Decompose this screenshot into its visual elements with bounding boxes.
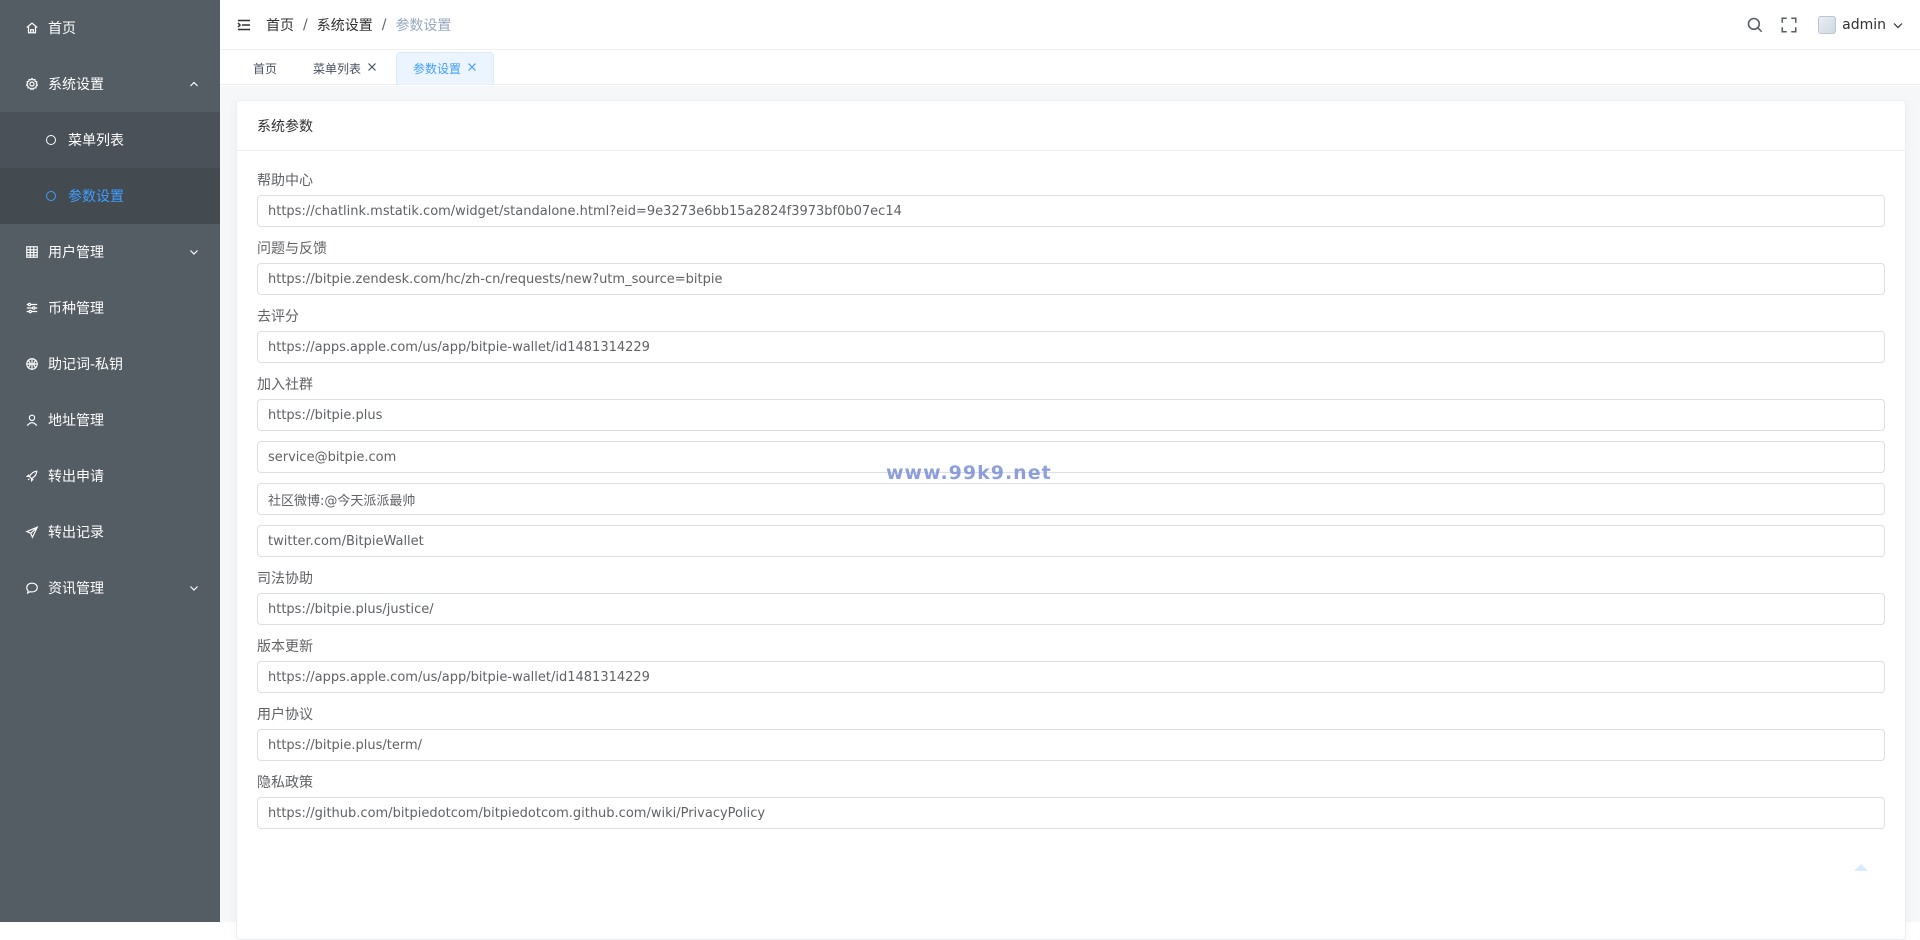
tag-label: 菜单列表 (313, 62, 362, 76)
chat-icon (24, 580, 40, 596)
sidebar-item-label: 系统设置 (48, 77, 104, 93)
paper-plane-icon (24, 524, 40, 540)
privacy-policy-input[interactable] (257, 797, 1885, 829)
community-weibo-input[interactable] (257, 483, 1885, 515)
sidebar-item-param-settings[interactable]: 参数设置 (0, 168, 220, 224)
community-email-input[interactable] (257, 441, 1885, 473)
basketball-icon (24, 356, 40, 372)
community-website-input[interactable] (257, 399, 1885, 431)
sidebar-item-withdraw-request[interactable]: 转出申请 (0, 448, 220, 504)
tags-view: 首页 菜单列表 参数设置 (220, 51, 1920, 85)
watermark: www.99k9.net (886, 462, 1052, 484)
circle-icon (46, 135, 56, 145)
feedback-input[interactable] (257, 263, 1885, 295)
sidebar: 首页 系统设置 菜单列表 参数设置 用户管理 币种管理 助记词-私钥 地址管理 … (0, 0, 220, 922)
field-label-feedback: 问题与反馈 (257, 241, 327, 257)
sidebar-item-address-management[interactable]: 地址管理 (0, 392, 220, 448)
version-update-input[interactable] (257, 661, 1885, 693)
sidebar-item-label: 菜单列表 (68, 133, 124, 149)
chevron-up-icon (188, 78, 200, 90)
submenu-system-settings: 菜单列表 参数设置 (0, 112, 220, 224)
navbar: 首页 / 系统设置 / 参数设置 admin (220, 0, 1920, 50)
card-title: 系统参数 (237, 101, 1905, 151)
sidebar-item-label: 首页 (48, 21, 76, 37)
breadcrumb-separator: / (303, 16, 308, 33)
sidebar-item-system-settings[interactable]: 系统设置 (0, 56, 220, 112)
search-icon[interactable] (1746, 16, 1764, 34)
sliders-icon (24, 300, 40, 316)
sidebar-item-label: 助记词-私钥 (48, 357, 124, 373)
close-icon[interactable] (467, 62, 477, 75)
breadcrumb-current: 参数设置 (395, 17, 452, 34)
community-twitter-input[interactable] (257, 525, 1885, 557)
sidebar-item-label: 转出记录 (48, 525, 104, 541)
user-icon (24, 412, 40, 428)
rocket-icon (24, 468, 40, 484)
chevron-down-icon[interactable] (1892, 19, 1904, 31)
sidebar-item-menu-list[interactable]: 菜单列表 (0, 112, 220, 168)
hamburger-icon[interactable] (236, 17, 252, 33)
sidebar-item-news-management[interactable]: 资讯管理 (0, 560, 220, 616)
sidebar-item-user-management[interactable]: 用户管理 (0, 224, 220, 280)
field-label-rate: 去评分 (257, 309, 299, 325)
sidebar-item-home[interactable]: 首页 (0, 0, 220, 56)
sidebar-item-mnemonic-key[interactable]: 助记词-私钥 (0, 336, 220, 392)
join-community-group (257, 399, 1885, 557)
back-to-top-icon[interactable] (1854, 864, 1868, 871)
field-label-version-update: 版本更新 (257, 639, 313, 655)
tag-label: 首页 (253, 62, 278, 76)
tag-label: 参数设置 (413, 62, 462, 76)
system-params-card: 系统参数 帮助中心 问题与反馈 去评分 加入社群 司法协助 版本更新 用户协议 … (236, 100, 1906, 940)
chevron-down-icon (188, 246, 200, 258)
header-right: admin (1746, 0, 1904, 50)
field-label-judicial-assistance: 司法协助 (257, 571, 313, 587)
home-icon (24, 20, 40, 36)
username[interactable]: admin (1842, 17, 1886, 33)
sidebar-item-label: 地址管理 (48, 413, 104, 429)
tag-param-settings[interactable]: 参数设置 (396, 52, 495, 84)
field-label-join-community: 加入社群 (257, 377, 313, 393)
breadcrumb-separator: / (381, 16, 387, 33)
field-label-privacy-policy: 隐私政策 (257, 775, 313, 791)
main-content: 系统参数 帮助中心 问题与反馈 去评分 加入社群 司法协助 版本更新 用户协议 … (220, 86, 1920, 940)
tag-home[interactable]: 首页 (236, 52, 294, 84)
fullscreen-icon[interactable] (1780, 16, 1798, 34)
sidebar-item-label: 转出申请 (48, 469, 104, 485)
tag-menu-list[interactable]: 菜单列表 (296, 52, 394, 84)
rate-input[interactable] (257, 331, 1885, 363)
field-label-help-center: 帮助中心 (257, 173, 313, 189)
sidebar-item-label: 资讯管理 (48, 581, 104, 597)
circle-icon (46, 191, 56, 201)
sidebar-item-label: 参数设置 (68, 189, 124, 205)
gear-icon (24, 76, 40, 92)
breadcrumb: 首页 / 系统设置 / 参数设置 (266, 15, 451, 35)
sidebar-item-label: 币种管理 (48, 301, 104, 317)
sidebar-item-label: 用户管理 (48, 245, 104, 261)
sidebar-item-currency-management[interactable]: 币种管理 (0, 280, 220, 336)
breadcrumb-home[interactable]: 首页 (266, 15, 294, 35)
sidebar-item-withdraw-records[interactable]: 转出记录 (0, 504, 220, 560)
user-agreement-input[interactable] (257, 729, 1885, 761)
avatar[interactable] (1818, 16, 1837, 34)
field-label-user-agreement: 用户协议 (257, 707, 313, 723)
chevron-down-icon (188, 582, 200, 594)
close-icon[interactable] (367, 62, 377, 75)
table-icon (24, 244, 40, 260)
judicial-assistance-input[interactable] (257, 593, 1885, 625)
card-body: 帮助中心 问题与反馈 去评分 加入社群 司法协助 版本更新 用户协议 隐私政策 (237, 151, 1905, 829)
help-center-input[interactable] (257, 195, 1885, 227)
breadcrumb-system-settings[interactable]: 系统设置 (317, 15, 373, 35)
